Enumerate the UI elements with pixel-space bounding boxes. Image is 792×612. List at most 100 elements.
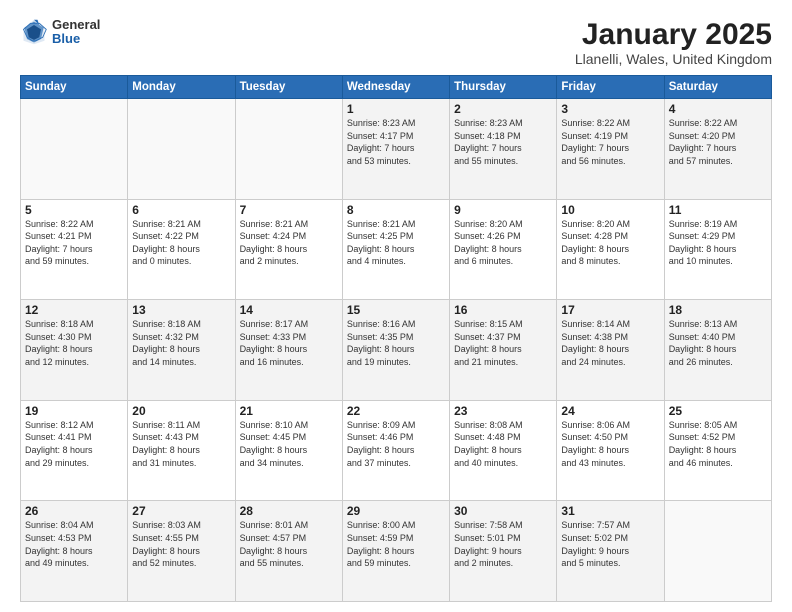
calendar-day-cell: 13Sunrise: 8:18 AM Sunset: 4:32 PM Dayli… (128, 300, 235, 401)
weekday-header-monday: Monday (128, 76, 235, 99)
calendar-location: Llanelli, Wales, United Kingdom (575, 51, 772, 67)
day-number: 19 (25, 404, 123, 418)
day-number: 28 (240, 504, 338, 518)
day-info: Sunrise: 8:13 AM Sunset: 4:40 PM Dayligh… (669, 318, 767, 368)
calendar-day-cell: 8Sunrise: 8:21 AM Sunset: 4:25 PM Daylig… (342, 199, 449, 300)
day-number: 29 (347, 504, 445, 518)
day-info: Sunrise: 8:22 AM Sunset: 4:20 PM Dayligh… (669, 117, 767, 167)
header: General Blue January 2025 Llanelli, Wale… (20, 18, 772, 67)
calendar-day-cell: 27Sunrise: 8:03 AM Sunset: 4:55 PM Dayli… (128, 501, 235, 602)
day-number: 6 (132, 203, 230, 217)
day-number: 26 (25, 504, 123, 518)
day-number: 7 (240, 203, 338, 217)
calendar-day-cell: 4Sunrise: 8:22 AM Sunset: 4:20 PM Daylig… (664, 99, 771, 200)
calendar-week-row: 1Sunrise: 8:23 AM Sunset: 4:17 PM Daylig… (21, 99, 772, 200)
weekday-header-sunday: Sunday (21, 76, 128, 99)
day-number: 23 (454, 404, 552, 418)
day-number: 18 (669, 303, 767, 317)
day-number: 3 (561, 102, 659, 116)
calendar-header: SundayMondayTuesdayWednesdayThursdayFrid… (21, 76, 772, 99)
day-info: Sunrise: 8:23 AM Sunset: 4:18 PM Dayligh… (454, 117, 552, 167)
day-number: 20 (132, 404, 230, 418)
day-number: 15 (347, 303, 445, 317)
day-info: Sunrise: 8:21 AM Sunset: 4:24 PM Dayligh… (240, 218, 338, 268)
logo-icon (20, 18, 48, 46)
calendar-week-row: 19Sunrise: 8:12 AM Sunset: 4:41 PM Dayli… (21, 400, 772, 501)
calendar-title: January 2025 (575, 18, 772, 51)
weekday-header-wednesday: Wednesday (342, 76, 449, 99)
day-number: 21 (240, 404, 338, 418)
day-info: Sunrise: 8:12 AM Sunset: 4:41 PM Dayligh… (25, 419, 123, 469)
day-info: Sunrise: 8:00 AM Sunset: 4:59 PM Dayligh… (347, 519, 445, 569)
calendar-day-cell: 18Sunrise: 8:13 AM Sunset: 4:40 PM Dayli… (664, 300, 771, 401)
calendar-day-cell: 20Sunrise: 8:11 AM Sunset: 4:43 PM Dayli… (128, 400, 235, 501)
day-number: 30 (454, 504, 552, 518)
calendar-day-cell: 22Sunrise: 8:09 AM Sunset: 4:46 PM Dayli… (342, 400, 449, 501)
day-number: 14 (240, 303, 338, 317)
day-info: Sunrise: 8:01 AM Sunset: 4:57 PM Dayligh… (240, 519, 338, 569)
day-info: Sunrise: 8:23 AM Sunset: 4:17 PM Dayligh… (347, 117, 445, 167)
logo-general-text: General (52, 18, 100, 32)
day-number: 2 (454, 102, 552, 116)
calendar-week-row: 12Sunrise: 8:18 AM Sunset: 4:30 PM Dayli… (21, 300, 772, 401)
day-info: Sunrise: 8:21 AM Sunset: 4:22 PM Dayligh… (132, 218, 230, 268)
calendar-day-cell: 19Sunrise: 8:12 AM Sunset: 4:41 PM Dayli… (21, 400, 128, 501)
calendar-day-cell (21, 99, 128, 200)
day-number: 1 (347, 102, 445, 116)
day-number: 12 (25, 303, 123, 317)
day-info: Sunrise: 8:15 AM Sunset: 4:37 PM Dayligh… (454, 318, 552, 368)
weekday-header-friday: Friday (557, 76, 664, 99)
weekday-header-thursday: Thursday (450, 76, 557, 99)
title-block: January 2025 Llanelli, Wales, United Kin… (575, 18, 772, 67)
calendar-day-cell (128, 99, 235, 200)
calendar-day-cell: 31Sunrise: 7:57 AM Sunset: 5:02 PM Dayli… (557, 501, 664, 602)
day-number: 10 (561, 203, 659, 217)
calendar-table: SundayMondayTuesdayWednesdayThursdayFrid… (20, 75, 772, 602)
day-info: Sunrise: 8:17 AM Sunset: 4:33 PM Dayligh… (240, 318, 338, 368)
day-info: Sunrise: 8:09 AM Sunset: 4:46 PM Dayligh… (347, 419, 445, 469)
page: General Blue January 2025 Llanelli, Wale… (0, 0, 792, 612)
day-number: 5 (25, 203, 123, 217)
calendar-day-cell: 28Sunrise: 8:01 AM Sunset: 4:57 PM Dayli… (235, 501, 342, 602)
day-info: Sunrise: 8:08 AM Sunset: 4:48 PM Dayligh… (454, 419, 552, 469)
calendar-day-cell (664, 501, 771, 602)
day-info: Sunrise: 8:14 AM Sunset: 4:38 PM Dayligh… (561, 318, 659, 368)
day-info: Sunrise: 8:18 AM Sunset: 4:30 PM Dayligh… (25, 318, 123, 368)
day-info: Sunrise: 8:20 AM Sunset: 4:28 PM Dayligh… (561, 218, 659, 268)
logo-blue-text: Blue (52, 32, 100, 46)
day-info: Sunrise: 8:22 AM Sunset: 4:21 PM Dayligh… (25, 218, 123, 268)
day-info: Sunrise: 8:16 AM Sunset: 4:35 PM Dayligh… (347, 318, 445, 368)
day-info: Sunrise: 8:22 AM Sunset: 4:19 PM Dayligh… (561, 117, 659, 167)
calendar-day-cell: 21Sunrise: 8:10 AM Sunset: 4:45 PM Dayli… (235, 400, 342, 501)
calendar-day-cell: 17Sunrise: 8:14 AM Sunset: 4:38 PM Dayli… (557, 300, 664, 401)
day-number: 22 (347, 404, 445, 418)
calendar-day-cell: 1Sunrise: 8:23 AM Sunset: 4:17 PM Daylig… (342, 99, 449, 200)
day-info: Sunrise: 8:06 AM Sunset: 4:50 PM Dayligh… (561, 419, 659, 469)
day-number: 16 (454, 303, 552, 317)
day-info: Sunrise: 8:11 AM Sunset: 4:43 PM Dayligh… (132, 419, 230, 469)
day-info: Sunrise: 8:05 AM Sunset: 4:52 PM Dayligh… (669, 419, 767, 469)
day-info: Sunrise: 8:03 AM Sunset: 4:55 PM Dayligh… (132, 519, 230, 569)
day-number: 11 (669, 203, 767, 217)
day-number: 17 (561, 303, 659, 317)
calendar-day-cell: 7Sunrise: 8:21 AM Sunset: 4:24 PM Daylig… (235, 199, 342, 300)
calendar-day-cell: 11Sunrise: 8:19 AM Sunset: 4:29 PM Dayli… (664, 199, 771, 300)
calendar-week-row: 5Sunrise: 8:22 AM Sunset: 4:21 PM Daylig… (21, 199, 772, 300)
calendar-day-cell: 16Sunrise: 8:15 AM Sunset: 4:37 PM Dayli… (450, 300, 557, 401)
calendar-day-cell: 30Sunrise: 7:58 AM Sunset: 5:01 PM Dayli… (450, 501, 557, 602)
day-number: 31 (561, 504, 659, 518)
weekday-header-saturday: Saturday (664, 76, 771, 99)
calendar-day-cell: 6Sunrise: 8:21 AM Sunset: 4:22 PM Daylig… (128, 199, 235, 300)
calendar-day-cell: 14Sunrise: 8:17 AM Sunset: 4:33 PM Dayli… (235, 300, 342, 401)
day-info: Sunrise: 8:04 AM Sunset: 4:53 PM Dayligh… (25, 519, 123, 569)
day-number: 25 (669, 404, 767, 418)
day-number: 13 (132, 303, 230, 317)
calendar-body: 1Sunrise: 8:23 AM Sunset: 4:17 PM Daylig… (21, 99, 772, 602)
calendar-day-cell: 25Sunrise: 8:05 AM Sunset: 4:52 PM Dayli… (664, 400, 771, 501)
calendar-day-cell: 9Sunrise: 8:20 AM Sunset: 4:26 PM Daylig… (450, 199, 557, 300)
day-info: Sunrise: 7:58 AM Sunset: 5:01 PM Dayligh… (454, 519, 552, 569)
calendar-day-cell: 15Sunrise: 8:16 AM Sunset: 4:35 PM Dayli… (342, 300, 449, 401)
calendar-day-cell: 5Sunrise: 8:22 AM Sunset: 4:21 PM Daylig… (21, 199, 128, 300)
day-number: 9 (454, 203, 552, 217)
day-number: 24 (561, 404, 659, 418)
